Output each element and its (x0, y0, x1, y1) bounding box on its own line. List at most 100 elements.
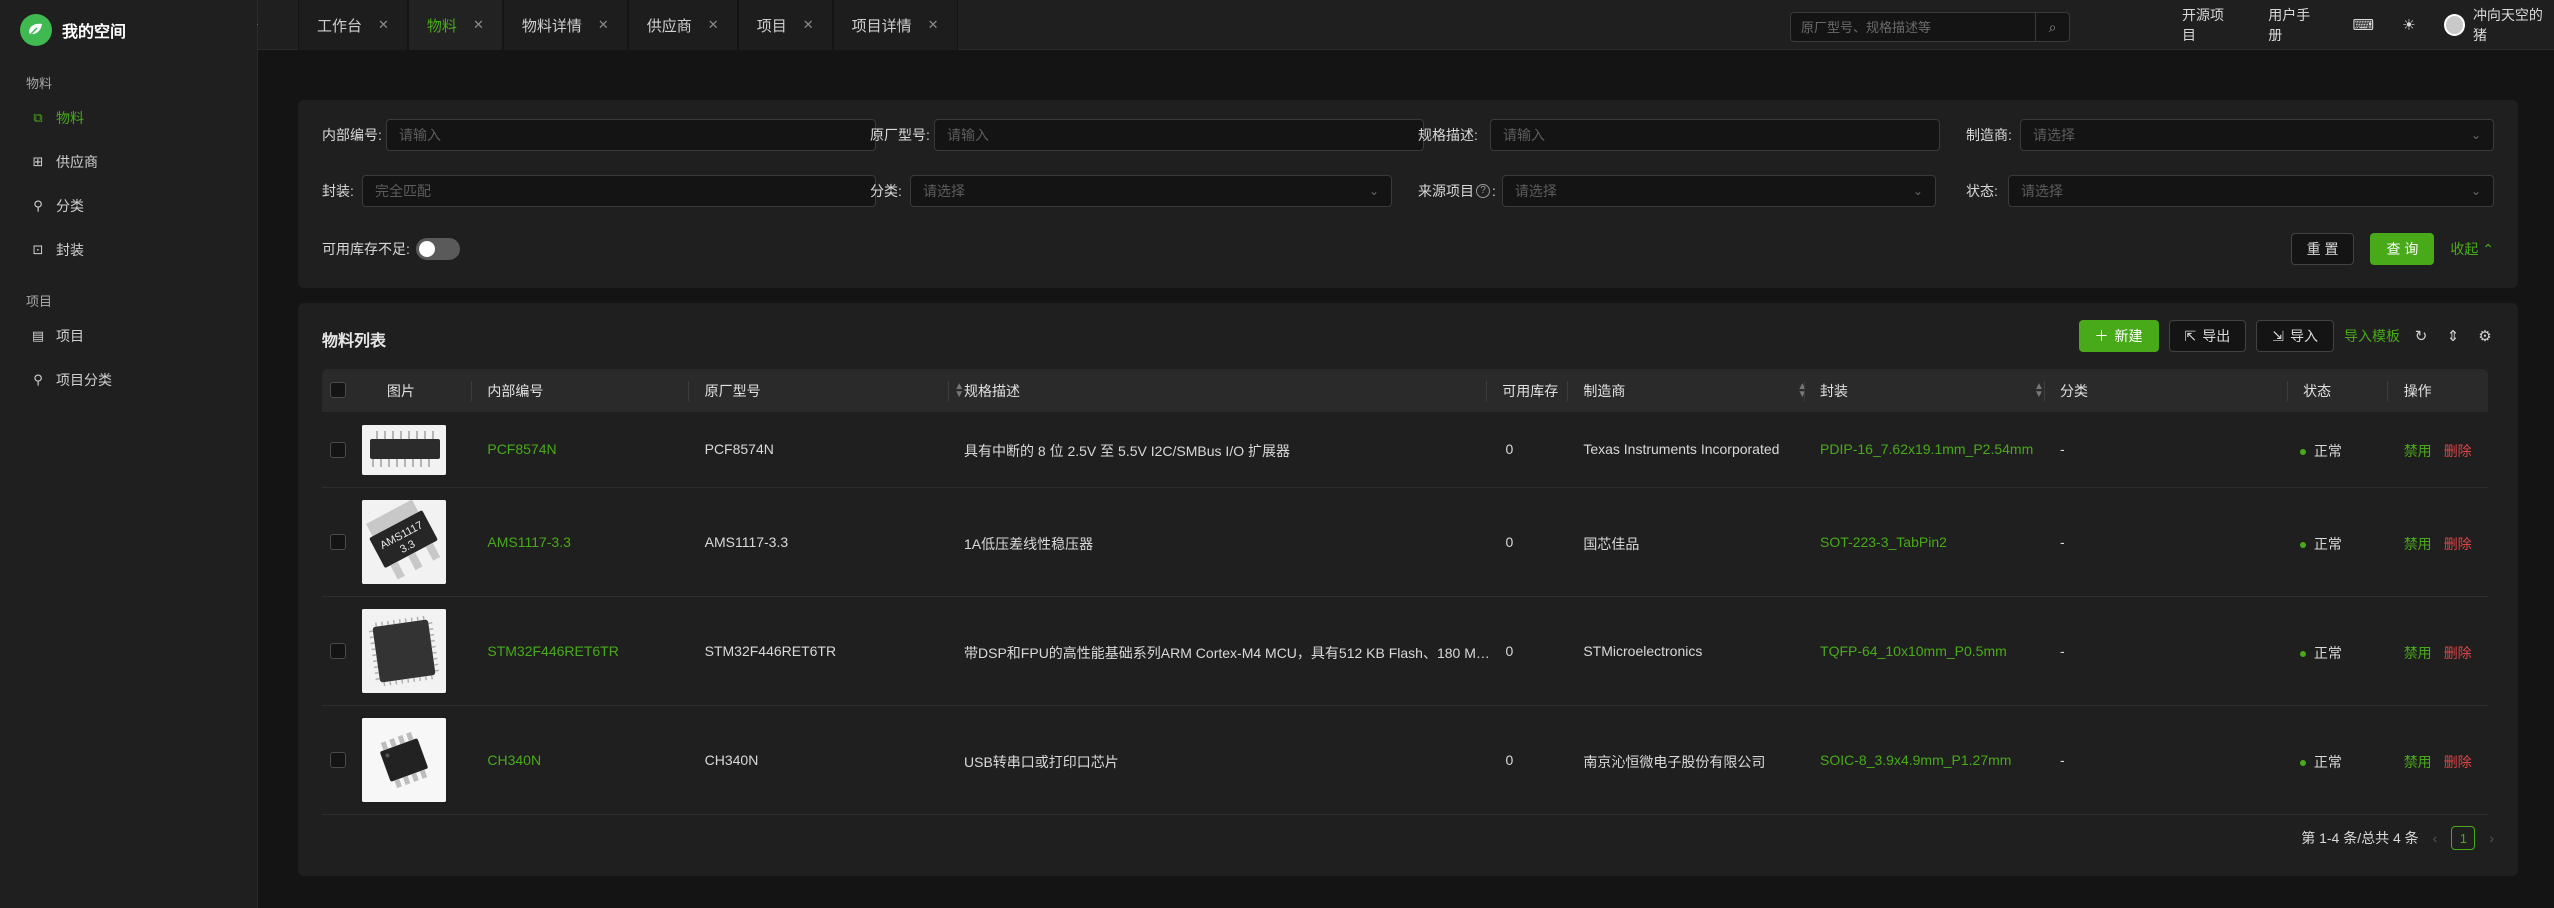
sort-icon[interactable]: ▲ ▼ (954, 382, 964, 400)
status-badge: 正常 (2299, 752, 2342, 772)
source-project-select[interactable]: 请选择 ⌄ (1501, 175, 1936, 207)
density-icon[interactable]: ⇕ (2442, 327, 2464, 345)
select-all-checkbox[interactable] (330, 382, 346, 398)
close-icon[interactable]: ✕ (928, 17, 939, 33)
input-placeholder: 请选择 (2021, 183, 2063, 199)
next-page-icon[interactable]: › (2489, 830, 2494, 846)
row-checkbox[interactable] (330, 442, 346, 458)
sidebar-item-package[interactable]: ⊡ 封装 (8, 228, 249, 272)
internal-code-input[interactable]: 请输入 (386, 119, 876, 151)
close-icon[interactable]: ✕ (803, 17, 814, 33)
col-status: 状态 (2303, 382, 2332, 399)
table-row[interactable]: PCF8574N PCF8574N 具有中断的 8 位 2.5V 至 5.5V … (322, 412, 2488, 488)
part-image-stm32[interactable] (362, 609, 446, 693)
reset-button[interactable]: 重 置 (2290, 233, 2355, 265)
package-link[interactable]: SOIC-8_3.9x4.9mm_P1.27mm (1820, 752, 2011, 768)
filter-source-project: 来源项目 ? : 请选择 ⌄ (1418, 175, 1936, 207)
internal-code-link[interactable]: PCF8574N (487, 441, 556, 457)
row-checkbox[interactable] (330, 534, 346, 550)
col-mfr-part[interactable]: 原厂型号 (705, 381, 761, 401)
tab-label: 项目 (756, 17, 787, 35)
col-package[interactable]: 封装 (1820, 381, 1848, 401)
search-icon[interactable]: ⌕ (2035, 13, 2069, 41)
sidebar-item-project[interactable]: ▤ 项目 (8, 314, 249, 358)
disable-button[interactable]: 禁用 (2404, 645, 2432, 661)
import-button[interactable]: ⇲ 导入 (2256, 320, 2334, 352)
brand[interactable]: 我的空间 (0, 0, 257, 60)
manufacturer: Texas Instruments Incorporated (1583, 441, 1780, 457)
page-1-button[interactable]: 1 (2451, 826, 2476, 850)
sidebar-item-label: 封装 (56, 242, 84, 258)
prev-page-icon[interactable]: ‹ (2433, 830, 2438, 846)
query-button[interactable]: 查 询 (2370, 233, 2435, 265)
user-manual-link[interactable]: 用户手册 (2252, 5, 2338, 45)
disable-button[interactable]: 禁用 (2404, 443, 2432, 459)
spec-input[interactable]: 请输入 (1490, 119, 1940, 151)
manufacturer-select[interactable]: 请选择 ⌄ (2020, 119, 2494, 151)
tab-workbench[interactable]: 工作台 ✕ (298, 0, 408, 50)
tab-project-detail[interactable]: 项目详情 ✕ (832, 0, 958, 50)
filter-label: 制造商: (1966, 127, 2012, 143)
settings-icon[interactable]: ⚙ (2474, 327, 2496, 345)
tab-material-detail[interactable]: 物料详情 ✕ (502, 0, 628, 50)
category-select[interactable]: 请选择 ⌄ (910, 175, 1392, 207)
sidebar-item-project-category[interactable]: ⚲ 项目分类 (8, 358, 249, 402)
internal-code-link[interactable]: CH340N (487, 752, 541, 768)
table-row[interactable]: AMS1117 3.3 AMS1117-3.3 AMS1117-3.3 1A低压差… (322, 488, 2488, 597)
username: 冲向天空的猪 (2472, 7, 2543, 43)
open-source-link[interactable]: 开源项目 (2166, 5, 2252, 45)
mfr-part-input[interactable]: 请输入 (934, 119, 1424, 151)
sort-icon[interactable]: ▲ ▼ (1797, 382, 1807, 400)
table-title: 物料列表 (322, 333, 387, 350)
row-checkbox[interactable] (330, 643, 346, 659)
user-menu[interactable]: 冲向天空的猪 (2430, 5, 2554, 45)
category: - (2059, 534, 2065, 550)
part-image-ams1117[interactable]: AMS1117 3.3 (362, 500, 446, 584)
package-link[interactable]: PDIP-16_7.62x19.1mm_P2.54mm (1820, 441, 2033, 457)
package-input[interactable]: 完全匹配 (362, 175, 876, 207)
delete-button[interactable]: 删除 (2444, 536, 2472, 552)
tab-label: 工作台 (317, 17, 363, 35)
delete-button[interactable]: 删除 (2444, 645, 2472, 661)
filter-mfr-part: 原厂型号: 请输入 (870, 119, 1424, 151)
sidebar-item-category[interactable]: ⚲ 分类 (8, 184, 249, 228)
tab-project[interactable]: 项目 ✕ (737, 0, 833, 50)
close-icon[interactable]: ✕ (708, 17, 719, 33)
disable-button[interactable]: 禁用 (2404, 536, 2432, 552)
sidebar-item-material[interactable]: ⧉ 物料 (8, 96, 249, 140)
row-checkbox[interactable] (330, 752, 346, 768)
export-button[interactable]: ⇱ 导出 (2168, 320, 2247, 352)
part-image-ch340n[interactable] (362, 718, 446, 802)
language-icon[interactable]: ⌨ (2338, 16, 2388, 34)
help-icon[interactable]: ? (1476, 184, 1490, 198)
package-link[interactable]: SOT-223-3_TabPin2 (1820, 534, 1947, 550)
import-template-link[interactable]: 导入模板 (2344, 326, 2400, 346)
close-icon[interactable]: ✕ (598, 17, 609, 33)
disable-button[interactable]: 禁用 (2404, 754, 2432, 770)
tab-supplier[interactable]: 供应商 ✕ (627, 0, 738, 50)
new-button[interactable]: ＋ 新建 (2078, 320, 2159, 352)
tab-material[interactable]: 物料 ✕ (407, 0, 503, 50)
package-link[interactable]: TQFP-64_10x10mm_P0.5mm (1820, 643, 2007, 659)
theme-sun-icon[interactable]: ☀ (2388, 16, 2429, 34)
sidebar-item-supplier[interactable]: ⊞ 供应商 (8, 140, 249, 184)
close-icon[interactable]: ✕ (378, 17, 389, 33)
internal-code-link[interactable]: AMS1117-3.3 (487, 534, 571, 550)
global-search: ⌕ (1790, 12, 2070, 42)
material-table-panel: 物料列表 ＋ 新建 ⇱ 导出 ⇲ 导入 导入模板 ↻ ⇕ ⚙ 图片 内部编号 原厂型号… (298, 303, 2518, 876)
status-badge: 正常 (2299, 534, 2342, 554)
sort-icon[interactable]: ▲ ▼ (2034, 382, 2044, 400)
part-image-pcf8574n[interactable] (362, 425, 446, 475)
low-stock-toggle[interactable] (415, 238, 460, 260)
close-icon[interactable]: ✕ (473, 17, 484, 33)
table-row[interactable]: STM32F446RET6TR STM32F446RET6TR 带DSP和FPU… (322, 597, 2488, 706)
refresh-icon[interactable]: ↻ (2410, 327, 2432, 345)
status-select[interactable]: 请选择 ⌄ (2008, 175, 2494, 207)
collapse-link[interactable]: 收起 ⌃ (2450, 239, 2494, 259)
search-input[interactable] (1791, 13, 2035, 41)
table-row[interactable]: CH340N CH340N USB转串口或打印口芯片 0 南京沁恒微电子股份有限… (322, 706, 2488, 815)
delete-button[interactable]: 删除 (2444, 754, 2472, 770)
delete-button[interactable]: 删除 (2444, 443, 2472, 459)
col-manufacturer[interactable]: 制造商 (1583, 381, 1625, 401)
internal-code-link[interactable]: STM32F446RET6TR (487, 643, 618, 659)
